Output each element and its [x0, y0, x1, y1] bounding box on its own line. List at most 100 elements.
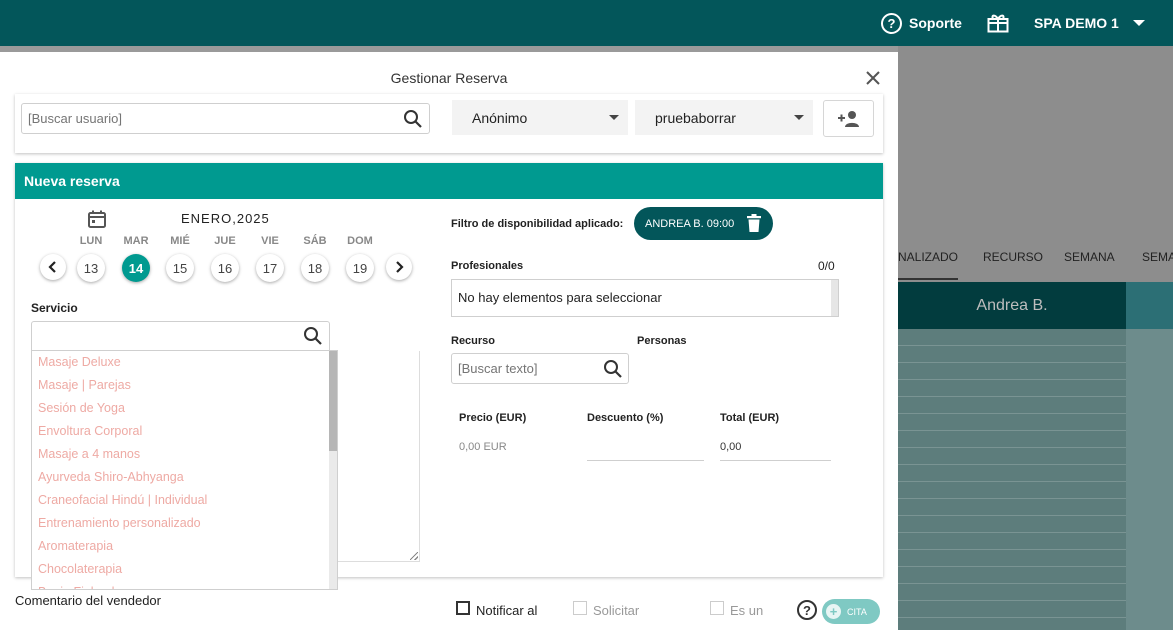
day-name: MAR: [123, 235, 149, 247]
service-option[interactable]: Chocolaterapia: [32, 558, 337, 581]
scrollbar-thumb[interactable]: [329, 351, 337, 451]
dropdown-arrow-icon: [609, 115, 619, 120]
service-option[interactable]: Craneofacial Hindú | Individual: [32, 489, 337, 512]
caret-down-icon: [1132, 20, 1145, 26]
service-option[interactable]: Ayurveda Shiro-Abhyanga: [32, 466, 337, 489]
service-option[interactable]: Masaje a 4 manos: [32, 443, 337, 466]
total-value: 0,00: [720, 433, 831, 461]
service-label: Servicio: [31, 301, 78, 315]
add-appointment-button[interactable]: + CITA: [822, 599, 880, 624]
availability-filter-chip[interactable]: ANDREA B. 09:00: [634, 207, 773, 240]
day-number: 18: [301, 254, 329, 282]
search-icon[interactable]: [603, 359, 623, 384]
cita-label: CITA: [847, 606, 867, 617]
secondary-select-value: pruebaborrar: [655, 109, 736, 126]
people-label: Personas: [637, 335, 687, 347]
support-label: Soporte: [909, 15, 962, 31]
gift-icon: [987, 14, 1009, 33]
client-search-bar: Anónimo pruebaborrar: [15, 94, 883, 153]
gift-button[interactable]: [987, 0, 1009, 46]
total-label: Total (EUR): [720, 412, 780, 424]
discount-input[interactable]: [587, 433, 704, 461]
next-week-button[interactable]: [386, 254, 412, 280]
service-option[interactable]: Envoltura Corporal: [32, 420, 337, 443]
day-sat[interactable]: SÁB 18: [300, 235, 330, 282]
background-panel: [898, 46, 1173, 234]
close-icon: [866, 71, 880, 85]
support-link[interactable]: ? Soporte: [881, 0, 962, 46]
search-icon[interactable]: [403, 109, 423, 134]
day-number: 17: [256, 254, 284, 282]
professionals-count: 0/0: [818, 259, 835, 273]
service-search-input[interactable]: [31, 321, 330, 351]
service-option[interactable]: Masaje | Parejas: [32, 374, 337, 397]
modal-title: Gestionar Reserva: [390, 70, 508, 86]
calendar-column-header-2: [1126, 282, 1173, 329]
day-number-selected: 14: [122, 254, 150, 282]
tab-recurso[interactable]: RECURSO: [983, 250, 1043, 264]
service-option[interactable]: Masaje Deluxe: [32, 351, 337, 374]
notify-label: Notificar al: [476, 603, 538, 618]
day-mon[interactable]: LUN 13: [76, 235, 106, 282]
day-number: 19: [346, 254, 374, 282]
price-value: 0,00 EUR: [459, 441, 507, 453]
service-option[interactable]: Sesión de Yoga: [32, 397, 337, 420]
dropdown-scrollbar[interactable]: [329, 351, 337, 589]
day-fri[interactable]: VIE 17: [255, 235, 285, 282]
seller-comment-label: Comentario del vendedor: [15, 593, 161, 608]
trash-icon[interactable]: [747, 214, 761, 235]
service-option[interactable]: Banio Finlandes: [32, 581, 337, 589]
calendar-icon[interactable]: [87, 209, 107, 234]
filter-chip-label: ANDREA B. 09:00: [645, 217, 735, 230]
secondary-select[interactable]: pruebaborrar: [635, 100, 813, 135]
client-select-value: Anónimo: [472, 109, 528, 126]
service-option[interactable]: Entrenamiento personalizado: [32, 512, 337, 535]
calendar-grid-column-2: [1126, 329, 1173, 630]
professionals-label: Profesionales: [451, 260, 524, 272]
help-icon[interactable]: ?: [797, 600, 817, 620]
day-name: JUE: [214, 235, 236, 247]
month-label: ENERO,2025: [181, 211, 270, 226]
day-name: MIÉ: [170, 235, 190, 247]
day-name: SÁB: [303, 235, 327, 247]
day-number: 15: [166, 254, 194, 282]
notes-textarea[interactable]: [337, 351, 420, 562]
client-select[interactable]: Anónimo: [452, 100, 628, 135]
tab-semana[interactable]: SEMANA: [1064, 250, 1115, 264]
account-menu[interactable]: SPA DEMO 1: [1034, 0, 1145, 46]
scrollbar[interactable]: [831, 280, 838, 316]
prev-week-button[interactable]: [40, 254, 66, 280]
search-icon[interactable]: [303, 326, 323, 351]
tab-semana-2[interactable]: SEMA: [1142, 250, 1173, 264]
background-view-tabs: NALIZADO RECURSO SEMANA SEMA: [898, 234, 1173, 282]
add-user-button[interactable]: [823, 100, 874, 137]
top-bar: ? Soporte SPA DEMO 1: [0, 0, 1173, 46]
chevron-left-icon: [48, 261, 56, 273]
professionals-empty-text: No hay elementos para seleccionar: [458, 290, 662, 305]
tab-personalizado[interactable]: NALIZADO: [898, 250, 959, 280]
account-label: SPA DEMO 1: [1034, 15, 1119, 31]
day-wed[interactable]: MIÉ 15: [165, 235, 195, 282]
service-option[interactable]: Aromaterapia: [32, 535, 337, 558]
professionals-list[interactable]: No hay elementos para seleccionar: [451, 279, 839, 317]
user-search-input[interactable]: [22, 104, 392, 133]
day-tue[interactable]: MAR 14: [121, 235, 151, 282]
day-number: 16: [211, 254, 239, 282]
dropdown-arrow-icon: [794, 115, 804, 120]
user-search-box: [21, 103, 430, 134]
resource-search-input[interactable]: [452, 354, 597, 383]
notify-checkbox[interactable]: [456, 601, 470, 615]
is-one-checkbox[interactable]: [710, 601, 724, 615]
request-label: Solicitar: [593, 603, 640, 618]
resize-handle-icon[interactable]: [410, 552, 418, 560]
day-thu[interactable]: JUE 16: [210, 235, 240, 282]
day-sun[interactable]: DOM 19: [345, 235, 375, 282]
help-icon: ?: [881, 12, 902, 34]
day-name: DOM: [347, 235, 373, 247]
resource-search-box: [451, 353, 629, 384]
request-checkbox[interactable]: [573, 601, 587, 615]
chevron-right-icon: [396, 261, 404, 273]
is-one-label: Es un: [730, 603, 764, 618]
close-button[interactable]: [864, 69, 882, 87]
day-number: 13: [77, 254, 105, 282]
